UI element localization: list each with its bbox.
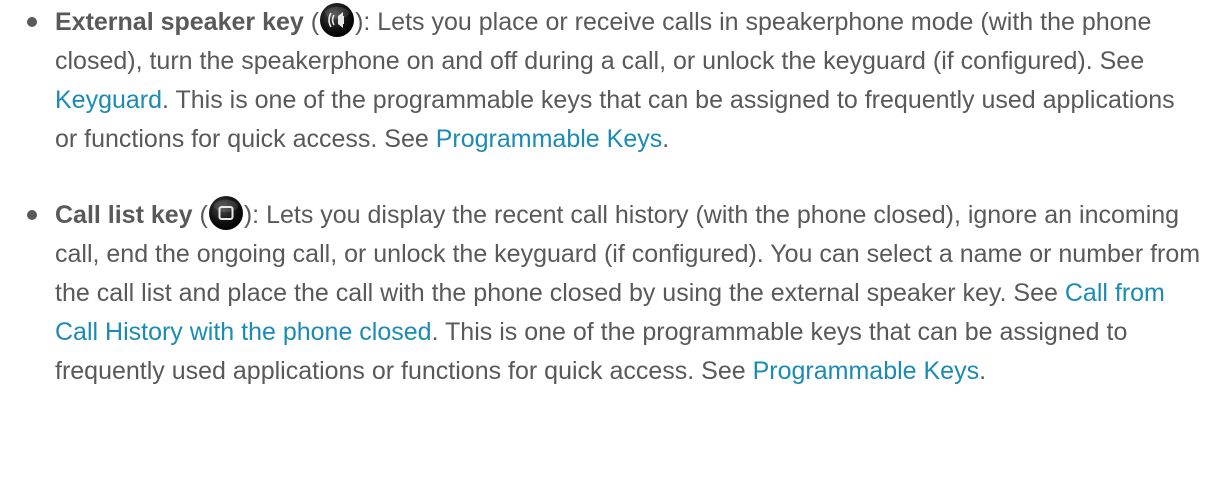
list-item-call-list-key: Call list key ( ): Lets you display the …: [0, 195, 1217, 391]
call-list-key-icon: [208, 195, 244, 231]
open-paren: (: [192, 201, 208, 229]
bullet: [27, 17, 37, 27]
speaker-key-icon: [319, 2, 355, 38]
list-item-external-speaker-key: External speaker key ( ): Lets you place…: [0, 2, 1217, 159]
programmable-keys-link[interactable]: Programmable Keys: [436, 125, 662, 153]
period: .: [979, 357, 987, 385]
open-paren: (: [303, 8, 320, 36]
term-external-speaker-key: External speaker key: [55, 8, 304, 36]
term-call-list-key: Call list key: [55, 201, 193, 229]
period: .: [662, 125, 670, 153]
bullet: [27, 210, 37, 220]
key-description-list: External speaker key ( ): Lets you place…: [0, 2, 1217, 391]
keyguard-link[interactable]: Keyguard: [55, 86, 162, 114]
programmable-keys-link[interactable]: Programmable Keys: [753, 357, 979, 385]
